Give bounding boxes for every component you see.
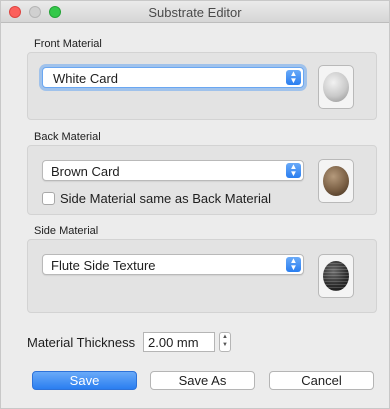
thickness-stepper[interactable]: ▲ ▼ — [219, 332, 231, 352]
chevron-updown-icon: ▲ ▼ — [286, 163, 301, 178]
substrate-editor-window: Substrate Editor Front Material White Ca… — [0, 0, 390, 409]
side-same-as-back-label: Side Material same as Back Material — [60, 191, 271, 206]
save-as-button[interactable]: Save As — [150, 371, 255, 390]
window-title: Substrate Editor — [148, 5, 242, 20]
side-material-value: Flute Side Texture — [51, 258, 156, 273]
back-material-group: Brown Card ▲ ▼ Side Material same as Back… — [27, 145, 377, 215]
side-same-as-back-checkbox[interactable] — [42, 192, 55, 205]
material-thickness-value: 2.00 mm — [148, 335, 199, 350]
brown-material-sphere-icon — [323, 166, 349, 196]
front-material-group: White Card ▲ ▼ — [27, 52, 377, 120]
flute-texture-sphere-icon — [323, 261, 349, 291]
stepper-up-icon[interactable]: ▲ — [220, 333, 230, 341]
side-material-label: Side Material — [34, 225, 99, 237]
chevron-updown-icon: ▲ ▼ — [286, 257, 301, 272]
side-material-swatch-button[interactable] — [318, 254, 354, 298]
front-material-select[interactable]: White Card ▲ ▼ — [42, 67, 304, 88]
back-material-value: Brown Card — [51, 164, 120, 179]
title-bar: Substrate Editor — [1, 1, 389, 23]
back-material-swatch-button[interactable] — [318, 159, 354, 203]
front-material-swatch-button[interactable] — [318, 65, 354, 109]
stepper-down-icon[interactable]: ▼ — [220, 341, 230, 349]
material-thickness-field[interactable]: 2.00 mm — [143, 332, 215, 352]
side-material-select[interactable]: Flute Side Texture ▲ ▼ — [42, 254, 304, 275]
front-material-value: White Card — [53, 71, 119, 86]
side-material-group: Flute Side Texture ▲ ▼ — [27, 239, 377, 313]
white-material-sphere-icon — [323, 72, 349, 102]
material-thickness-label: Material Thickness — [27, 335, 136, 350]
back-material-select[interactable]: Brown Card ▲ ▼ — [42, 160, 304, 181]
front-material-label: Front Material — [34, 38, 102, 50]
back-material-label: Back Material — [34, 131, 101, 143]
chevron-updown-icon: ▲ ▼ — [286, 70, 301, 85]
cancel-button[interactable]: Cancel — [269, 371, 374, 390]
save-button[interactable]: Save — [32, 371, 137, 390]
